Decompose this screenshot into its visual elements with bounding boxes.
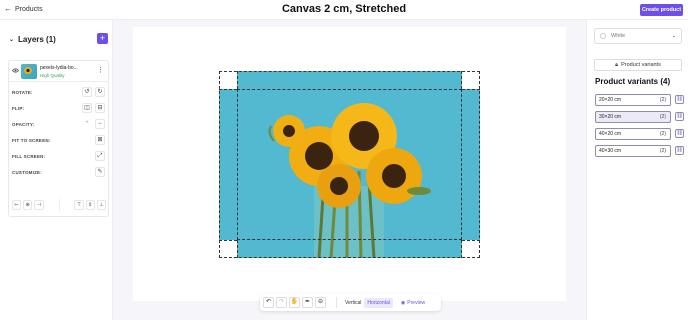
layer-thumbnail	[21, 64, 37, 79]
flip-label: FLIP:	[12, 106, 25, 111]
link-icon[interactable]: ⛓	[675, 146, 684, 155]
layer-file-name: pexels-lydia-bo...	[40, 65, 78, 71]
layers-title: Layers (1)	[18, 35, 56, 44]
layer-file-row[interactable]: pexels-lydia-bo... High Quality ⋮	[9, 61, 108, 82]
color-swatch	[600, 33, 606, 39]
rotate-right-icon[interactable]: ↻	[95, 87, 105, 97]
layer-card: pexels-lydia-bo... High Quality ⋮ ROTATE…	[8, 60, 109, 217]
link-icon[interactable]: ⛓	[675, 112, 684, 121]
layers-panel: ⌄ Layers (1) + pexels-lydia-bo... High Q…	[0, 20, 113, 320]
variant-item[interactable]: 40×30 cm (2)	[595, 145, 671, 157]
chevron-down-icon: ⌄	[671, 33, 676, 39]
variant-label: 40×30 cm	[599, 148, 622, 154]
product-variants-button-label: Product variants	[621, 62, 661, 68]
align-center-vertical-icon[interactable]: ⇕	[85, 199, 95, 210]
color-select-value: White	[611, 33, 626, 39]
circle-minus-icon[interactable]: ⊖	[315, 297, 326, 308]
eye-icon: ◉	[400, 299, 406, 306]
opacity-decrease-icon[interactable]: −	[95, 119, 105, 129]
fit-to-screen-label: FIT TO SCREEN:	[12, 138, 51, 143]
product-variants-title: Product variants (4)	[595, 77, 671, 86]
align-left-icon[interactable]: ⊢	[12, 199, 22, 210]
add-layer-button[interactable]: +	[97, 33, 108, 44]
undo-icon[interactable]: ↶	[263, 297, 274, 308]
variant-count: (2)	[659, 148, 666, 154]
color-select[interactable]: White ⌄	[594, 28, 682, 44]
flip-vertical-icon[interactable]: ⊟	[95, 103, 105, 113]
link-icon[interactable]: ⛓	[675, 129, 684, 138]
edit-icon[interactable]: ✎	[95, 167, 105, 177]
redo-icon[interactable]: ↷	[276, 297, 287, 308]
preview-button[interactable]: ◉ Preview	[401, 300, 425, 306]
layer-quality-badge: High Quality	[40, 73, 65, 78]
align-center-horizontal-icon[interactable]: ⊕	[23, 199, 33, 210]
opacity-label: OPACITY:	[12, 122, 35, 127]
layers-header[interactable]: ⌄ Layers (1)	[9, 35, 56, 44]
align-bottom-icon[interactable]: ⊥	[96, 199, 107, 210]
horizontal-toggle[interactable]: Horizontal	[364, 297, 393, 308]
customize-label: CUSTOMIZE:	[12, 170, 42, 175]
fill-screen-icon[interactable]: ⤢	[95, 151, 105, 161]
product-panel: White ⌄ 🔒︎ Product variants Product vari…	[586, 20, 688, 320]
variant-label: 40×20 cm	[599, 131, 622, 137]
eye-icon[interactable]	[12, 68, 19, 75]
create-product-button[interactable]: Create product	[640, 4, 683, 16]
variant-count: (2)	[659, 97, 666, 103]
variant-item[interactable]: 30×20 cm (2)	[595, 111, 671, 123]
align-top-icon[interactable]: ⊤	[74, 199, 84, 210]
variant-count: (2)	[659, 114, 666, 120]
page-title: Canvas 2 cm, Stretched	[281, 3, 407, 15]
variant-label: 30×20 cm	[599, 114, 622, 120]
hand-icon[interactable]: ✋	[289, 297, 300, 308]
flip-horizontal-icon[interactable]: ◫	[82, 103, 92, 113]
more-options-icon[interactable]: ⋮	[97, 67, 104, 74]
rotate-label: ROTATE:	[12, 90, 33, 95]
variant-label: 20×20 cm	[599, 97, 622, 103]
rotate-left-icon[interactable]: ↺	[82, 87, 92, 97]
align-right-icon[interactable]: ⊣	[34, 199, 44, 210]
chevron-down-icon: ⌄	[9, 37, 15, 43]
fill-screen-label: FILL SCREEN:	[12, 154, 46, 159]
variant-count: (2)	[659, 131, 666, 137]
preview-label: Preview	[407, 299, 426, 306]
product-variants-button[interactable]: 🔒︎ Product variants	[594, 59, 682, 71]
link-icon[interactable]: ⛓	[675, 95, 684, 104]
fit-to-screen-icon[interactable]: ⊠	[95, 135, 105, 145]
variant-item[interactable]: 40×20 cm (2)	[595, 128, 671, 140]
eyedropper-icon[interactable]: ✒	[302, 297, 313, 308]
top-bar: ← Products Canvas 2 cm, Stretched Create…	[0, 0, 688, 20]
opacity-increase-icon[interactable]: +	[82, 119, 92, 129]
lock-icon: 🔒︎	[615, 61, 619, 68]
vertical-toggle[interactable]: Vertical	[342, 298, 364, 308]
safe-area-guide	[237, 89, 462, 240]
alignment-controls: ⊢ ⊕ ⊣ ⊤ ⇕ ⊥	[12, 198, 107, 211]
canvas-toolbar: ↶ ↷ ✋ ✒ ⊖ Vertical Horizontal ◉ Preview	[260, 294, 441, 311]
variant-item[interactable]: 20×20 cm (2)	[595, 94, 671, 106]
